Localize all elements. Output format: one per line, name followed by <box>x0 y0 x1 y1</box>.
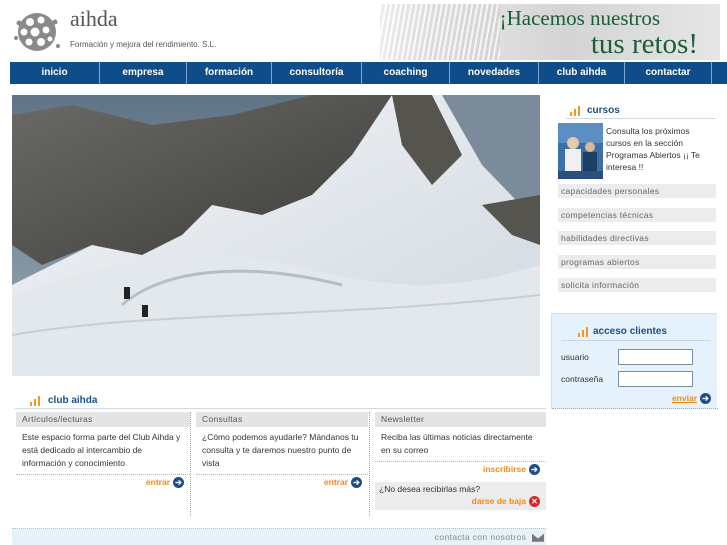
brand-tagline: Formación y mejora del rendimiento. S.L. <box>70 40 217 49</box>
nav-item-inicio[interactable]: inicio <box>10 62 100 84</box>
nav-item-club-aihda[interactable]: club aihda <box>539 62 625 84</box>
nav-item-coaching[interactable]: coaching <box>362 62 450 84</box>
entrar-link-consultas[interactable]: entrar ➔ <box>196 477 368 489</box>
darse-de-baja-link[interactable]: darse de baja ✕ <box>375 496 546 508</box>
contrasena-label: contraseña <box>561 374 604 384</box>
col-head-articulos: Artículos/lecturas <box>16 412 190 427</box>
cursos-photo <box>558 123 603 179</box>
enviar-button[interactable]: enviar ➔ <box>672 393 711 405</box>
nav-item-consultoria[interactable]: consultoría <box>272 62 362 84</box>
bars-icon <box>578 327 589 337</box>
slogan-banner: ¡Hacemos nuestros tus retos! <box>380 4 720 60</box>
col-text-newsletter: Reciba las últimas noticias directamente… <box>381 432 533 455</box>
contact-link[interactable]: contacta con nosotros <box>435 532 544 542</box>
inscribirse-link[interactable]: inscribirse ➔ <box>375 464 546 478</box>
club-title: club aihda <box>48 395 98 406</box>
brand-name[interactable]: aihda <box>70 6 118 32</box>
divider <box>16 474 190 475</box>
entrar-link-label[interactable]: entrar <box>324 477 348 487</box>
club-col-articulos: Artículos/lecturas Este espacio forma pa… <box>16 412 190 516</box>
enviar-label[interactable]: enviar <box>672 393 697 403</box>
nav-item-empresa[interactable]: empresa <box>100 62 187 84</box>
usuario-label: usuario <box>561 352 589 362</box>
menu-item-habilidades-directivas[interactable]: habilidades directivas <box>558 231 716 245</box>
bars-icon <box>570 106 581 116</box>
club-col-consultas: Consultas ¿Cómo podemos ayudarle? Mándan… <box>196 412 368 516</box>
divider <box>561 340 711 341</box>
banner-decoration <box>380 4 500 60</box>
bars-icon <box>30 396 41 406</box>
column-divider <box>190 412 191 516</box>
club-title-row: club aihda <box>12 388 546 410</box>
hero-mountain-image <box>12 95 540 376</box>
divider <box>566 118 716 119</box>
nav-item-contactar[interactable]: contactar <box>625 62 712 84</box>
divider <box>552 408 718 409</box>
club-divider <box>15 408 546 409</box>
divider <box>196 474 368 475</box>
arrow-right-icon[interactable]: ➔ <box>700 393 711 405</box>
divider <box>375 461 546 462</box>
entrar-link-articulos[interactable]: entrar ➔ <box>16 477 190 489</box>
cursos-title: cursos <box>587 105 620 116</box>
entrar-link-label[interactable]: entrar <box>146 477 170 487</box>
banner-slogan-line2: tus retos! <box>590 28 698 60</box>
arrow-right-icon[interactable]: ➔ <box>529 464 540 476</box>
main-nav: inicio empresa formación consultoría coa… <box>10 62 727 84</box>
acceso-title: acceso clientes <box>593 326 667 337</box>
cursos-panel: cursos Consulta los próximos cursos en l… <box>558 95 716 300</box>
unsubscribe-box: ¿No desea recibirlas más? darse de baja ✕ <box>375 482 546 510</box>
column-divider <box>369 412 370 516</box>
aihda-logo-icon[interactable] <box>10 8 64 56</box>
darse-de-baja-label[interactable]: darse de baja <box>472 496 526 506</box>
envelope-icon[interactable] <box>532 533 544 542</box>
col-text-consultas: ¿Cómo podemos ayudarle? Mándanos tu cons… <box>202 432 359 468</box>
col-head-newsletter: Newsletter <box>375 412 546 427</box>
col-text-articulos: Este espacio forma parte del Club Aihda … <box>22 432 181 468</box>
arrow-right-icon[interactable]: ➔ <box>173 477 184 489</box>
club-col-newsletter: Newsletter Reciba las últimas noticias d… <box>375 412 546 516</box>
menu-item-competencias-tecnicas[interactable]: competencias técnicas <box>558 208 716 222</box>
arrow-right-icon[interactable]: ➔ <box>351 477 362 489</box>
acceso-clientes-panel: acceso clientes usuario contraseña envia… <box>551 313 718 409</box>
close-icon[interactable]: ✕ <box>529 496 540 508</box>
nav-item-novedades[interactable]: novedades <box>450 62 539 84</box>
nav-item-formacion[interactable]: formación <box>187 62 272 84</box>
club-aihda-section: club aihda Artículos/lecturas Este espac… <box>12 382 546 516</box>
col-head-consultas: Consultas <box>196 412 368 427</box>
contact-link-label[interactable]: contacta con nosotros <box>435 532 527 542</box>
usuario-input[interactable] <box>618 349 693 365</box>
header: aihda Formación y mejora del rendimiento… <box>0 0 727 62</box>
unsubscribe-question: ¿No desea recibirlas más? <box>379 484 481 494</box>
footer-bar: contacta con nosotros <box>12 528 546 545</box>
menu-item-capacidades-personales[interactable]: capacidades personales <box>558 184 716 198</box>
menu-item-programas-abiertos[interactable]: programas abiertos <box>558 255 716 269</box>
contrasena-input[interactable] <box>618 371 693 387</box>
cursos-description: Consulta los próximos cursos en la secci… <box>606 126 700 172</box>
menu-item-solicita-informacion[interactable]: solicita información <box>558 278 716 292</box>
inscribirse-link-label[interactable]: inscribirse <box>483 464 526 474</box>
